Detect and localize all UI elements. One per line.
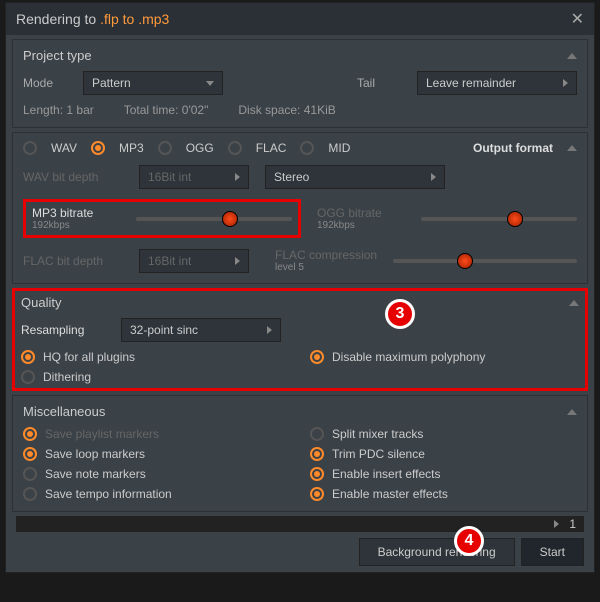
output-format-title: Output format xyxy=(473,141,553,155)
radio-save-note[interactable] xyxy=(23,467,37,481)
disk-value: 41KiB xyxy=(304,103,336,117)
chevron-right-icon xyxy=(235,173,240,181)
chevron-up-icon[interactable] xyxy=(567,53,577,59)
resampling-value: 32-point sinc xyxy=(130,323,198,337)
title-file: .flp to .mp3 xyxy=(100,11,169,27)
flac-comp-slider xyxy=(393,259,577,263)
radio-enable-master[interactable] xyxy=(310,487,324,501)
mp3-bitrate-label: MP3 bitrate xyxy=(32,206,93,220)
ogg-bitrate-slider xyxy=(421,217,577,221)
progress-bar: 1 xyxy=(16,516,584,532)
chevron-right-icon xyxy=(563,79,568,87)
stereo-value: Stereo xyxy=(274,170,309,184)
totaltime-label: Total time: xyxy=(124,103,179,117)
disk-label: Disk space: xyxy=(238,103,300,117)
radio-disable-poly[interactable] xyxy=(310,350,324,364)
flac-depth-value: 16Bit int xyxy=(148,254,191,268)
wav-depth-dropdown: 16Bit int xyxy=(139,165,249,189)
resampling-label: Resampling xyxy=(21,323,111,337)
radio-save-tempo[interactable] xyxy=(23,487,37,501)
radio-save-loop[interactable] xyxy=(23,447,37,461)
label-disable-poly: Disable maximum polyphony xyxy=(332,350,485,364)
label-ogg: OGG xyxy=(186,141,214,155)
label-wav: WAV xyxy=(51,141,77,155)
chevron-up-icon[interactable] xyxy=(569,300,579,306)
quality-title: Quality xyxy=(21,295,61,310)
radio-mp3[interactable] xyxy=(91,141,105,155)
tail-label: Tail xyxy=(357,76,407,90)
radio-flac[interactable] xyxy=(228,141,242,155)
ogg-bitrate-label: OGG bitrate xyxy=(317,206,382,220)
chevron-right-icon xyxy=(267,326,272,334)
length-label: Length: xyxy=(23,103,63,117)
chevron-right-icon xyxy=(554,520,559,528)
section-project-type: Project type Mode Pattern Tail Leave rem… xyxy=(12,39,588,128)
label-dithering: Dithering xyxy=(43,370,91,384)
flac-depth-label: FLAC bit depth xyxy=(23,254,123,268)
tail-dropdown[interactable]: Leave remainder xyxy=(417,71,577,95)
tail-value: Leave remainder xyxy=(426,76,516,90)
label-hq: HQ for all plugins xyxy=(43,350,135,364)
radio-hq-plugins[interactable] xyxy=(21,350,35,364)
label-save-playlist: Save playlist markers xyxy=(45,427,159,441)
label-save-tempo: Save tempo information xyxy=(45,487,172,501)
label-save-note: Save note markers xyxy=(45,467,146,481)
radio-dithering[interactable] xyxy=(21,370,35,384)
totaltime-value: 0'02" xyxy=(182,103,209,117)
resampling-dropdown[interactable]: 32-point sinc xyxy=(121,318,281,342)
section-output-format: WAV MP3 OGG FLAC MID Output format WAV b… xyxy=(12,132,588,284)
progress-count: 1 xyxy=(569,517,576,531)
section-quality: 3 Quality Resampling 32-point sinc HQ fo… xyxy=(12,288,588,391)
radio-enable-insert[interactable] xyxy=(310,467,324,481)
label-trim-pdc: Trim PDC silence xyxy=(332,447,425,461)
callout-4: 4 xyxy=(454,526,484,556)
radio-save-playlist[interactable] xyxy=(23,427,37,441)
label-split-mixer: Split mixer tracks xyxy=(332,427,423,441)
label-mid: MID xyxy=(328,141,350,155)
titlebar: Rendering to .flp to .mp3 ✕ xyxy=(6,3,594,35)
mp3-bitrate-highlight: MP3 bitrate 192kbps xyxy=(23,199,301,238)
label-enable-insert: Enable insert effects xyxy=(332,467,441,481)
label-enable-master: Enable master effects xyxy=(332,487,448,501)
label-save-loop: Save loop markers xyxy=(45,447,145,461)
label-mp3: MP3 xyxy=(119,141,144,155)
callout-3: 3 xyxy=(385,299,415,329)
section-miscellaneous: Miscellaneous Save playlist markers Spli… xyxy=(12,395,588,512)
radio-wav[interactable] xyxy=(23,141,37,155)
length-value: 1 bar xyxy=(66,103,93,117)
label-flac: FLAC xyxy=(256,141,287,155)
radio-trim-pdc[interactable] xyxy=(310,447,324,461)
mp3-bitrate-slider[interactable] xyxy=(136,217,292,221)
ogg-bitrate-value: 192kbps xyxy=(317,220,355,231)
start-button[interactable]: Start xyxy=(521,538,584,566)
close-icon[interactable]: ✕ xyxy=(571,9,584,29)
mode-dropdown[interactable]: Pattern xyxy=(83,71,223,95)
chevron-right-icon xyxy=(235,257,240,265)
mp3-bitrate-value: 192kbps xyxy=(32,220,70,231)
chevron-up-icon[interactable] xyxy=(567,409,577,415)
radio-split-mixer[interactable] xyxy=(310,427,324,441)
mode-label: Mode xyxy=(23,76,73,90)
stereo-dropdown[interactable]: Stereo xyxy=(265,165,445,189)
chevron-right-icon xyxy=(431,173,436,181)
chevron-up-icon[interactable] xyxy=(567,145,577,151)
section-title: Project type xyxy=(23,48,92,63)
flac-comp-value: level 5 xyxy=(275,262,304,273)
misc-title: Miscellaneous xyxy=(23,404,105,419)
wav-depth-value: 16Bit int xyxy=(148,170,191,184)
mode-value: Pattern xyxy=(92,76,131,90)
radio-ogg[interactable] xyxy=(158,141,172,155)
radio-mid[interactable] xyxy=(300,141,314,155)
flac-comp-label: FLAC compression xyxy=(275,248,377,262)
flac-depth-dropdown: 16Bit int xyxy=(139,249,249,273)
render-dialog: Rendering to .flp to .mp3 ✕ Project type… xyxy=(5,2,595,573)
chevron-down-icon xyxy=(206,81,214,86)
wav-depth-label: WAV bit depth xyxy=(23,170,123,184)
background-rendering-button[interactable]: Background rendering xyxy=(359,538,515,566)
title-prefix: Rendering to xyxy=(16,11,100,27)
